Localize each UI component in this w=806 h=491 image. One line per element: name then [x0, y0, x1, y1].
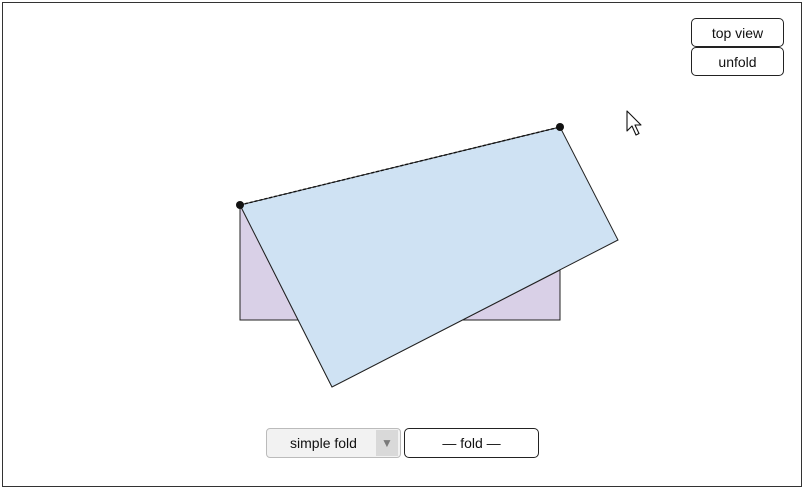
fold-type-select[interactable]: simple fold ▼: [266, 428, 401, 458]
unfold-button[interactable]: unfold: [691, 47, 784, 76]
folding-canvas[interactable]: [0, 0, 806, 491]
paper-front-flap: [239, 126, 619, 388]
fold-point-handle-left[interactable]: [236, 201, 244, 209]
triangle-down-icon: ▼: [376, 430, 398, 456]
top-view-button[interactable]: top view: [691, 18, 784, 47]
fold-button[interactable]: — fold —: [404, 428, 539, 458]
cursor-icon: [626, 110, 642, 136]
fold-type-selected-value: simple fold: [290, 435, 357, 451]
fold-point-handle-right[interactable]: [556, 123, 564, 131]
